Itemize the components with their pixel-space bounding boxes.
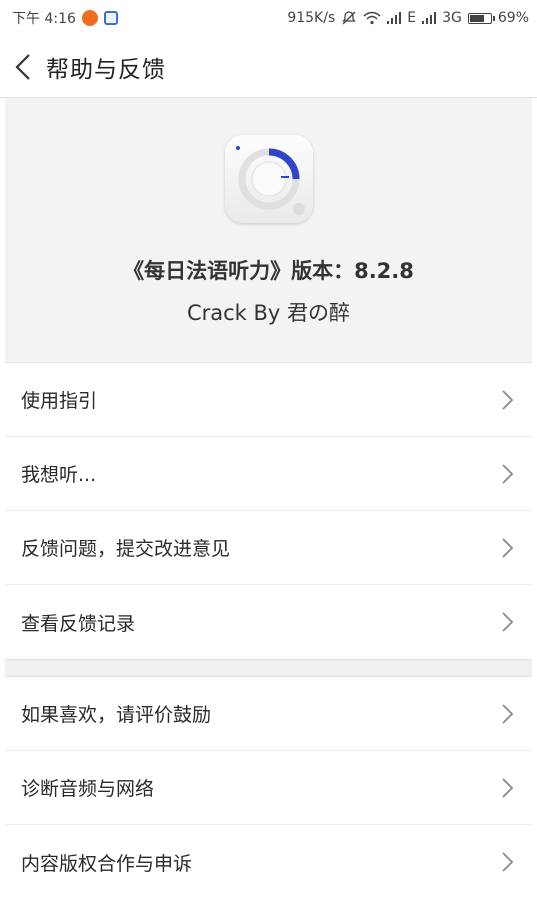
- signal-icon-2: [422, 12, 437, 24]
- notification-download-icon: [103, 11, 118, 25]
- app-credit: Crack By 君の醉: [186, 301, 351, 325]
- status-bar: 下午 4:16 915K/s E 3G 69%: [0, 0, 537, 36]
- status-right: 915K/s E 3G 69%: [287, 10, 529, 26]
- chevron-right-icon: [502, 463, 514, 484]
- battery-icon: [467, 12, 495, 24]
- net-speed: 915K/s: [287, 10, 336, 26]
- nav-bar: 帮助与反馈: [0, 36, 537, 98]
- menu-item-label: 我想听...: [21, 464, 97, 486]
- page-title: 帮助与反馈: [46, 56, 166, 83]
- menu-item-diagnose[interactable]: 诊断音频与网络: [5, 751, 532, 825]
- wifi-icon: [363, 11, 381, 25]
- back-arrow-icon: [15, 53, 30, 80]
- menu-group-1: 使用指引 我想听... 反馈问题，提交改进意见 查看反馈记录: [5, 363, 532, 659]
- battery-percent: 69%: [497, 10, 529, 26]
- menu-item-label: 诊断音频与网络: [21, 778, 155, 800]
- notification-app-icon: [81, 10, 98, 26]
- status-time: 下午 4:16: [12, 11, 76, 27]
- menu-item-guide[interactable]: 使用指引: [5, 363, 532, 437]
- menu-item-label: 如果喜欢，请评价鼓励: [21, 704, 212, 726]
- chevron-right-icon: [502, 703, 514, 724]
- app-version: 《每日法语听力》版本：8.2.8: [123, 259, 414, 283]
- group-separator: [5, 659, 532, 677]
- chevron-right-icon: [502, 389, 514, 410]
- menu-group-2: 如果喜欢，请评价鼓励 诊断音频与网络 内容版权合作与申诉: [5, 677, 532, 899]
- menu-item-copyright[interactable]: 内容版权合作与申诉: [5, 825, 532, 899]
- chevron-right-icon: [502, 612, 514, 632]
- menu-item-label: 查看反馈记录: [21, 612, 136, 635]
- menu-item-label: 使用指引: [21, 390, 98, 412]
- app-logo: [224, 135, 313, 223]
- menu-item-label: 反馈问题，提交改进意见: [21, 538, 231, 560]
- status-left: 下午 4:16: [12, 8, 118, 28]
- network-type-1: E: [407, 10, 417, 26]
- menu-item-label: 内容版权合作与申诉: [21, 852, 193, 875]
- network-type-2: 3G: [442, 10, 462, 26]
- app-logo-icon: [235, 146, 305, 215]
- back-button[interactable]: [0, 36, 46, 98]
- menu-item-feedback[interactable]: 反馈问题，提交改进意见: [5, 511, 532, 585]
- chevron-right-icon: [502, 852, 514, 872]
- signal-icon: [387, 12, 402, 24]
- chevron-right-icon: [502, 777, 514, 798]
- chevron-right-icon: [502, 537, 514, 558]
- menu-item-rate[interactable]: 如果喜欢，请评价鼓励: [5, 677, 532, 751]
- menu-item-feedback-history[interactable]: 查看反馈记录: [5, 585, 532, 659]
- mute-bell-icon: [342, 11, 357, 25]
- app-info-panel: 《每日法语听力》版本：8.2.8 Crack By 君の醉: [5, 98, 532, 363]
- menu-item-request[interactable]: 我想听...: [5, 437, 532, 511]
